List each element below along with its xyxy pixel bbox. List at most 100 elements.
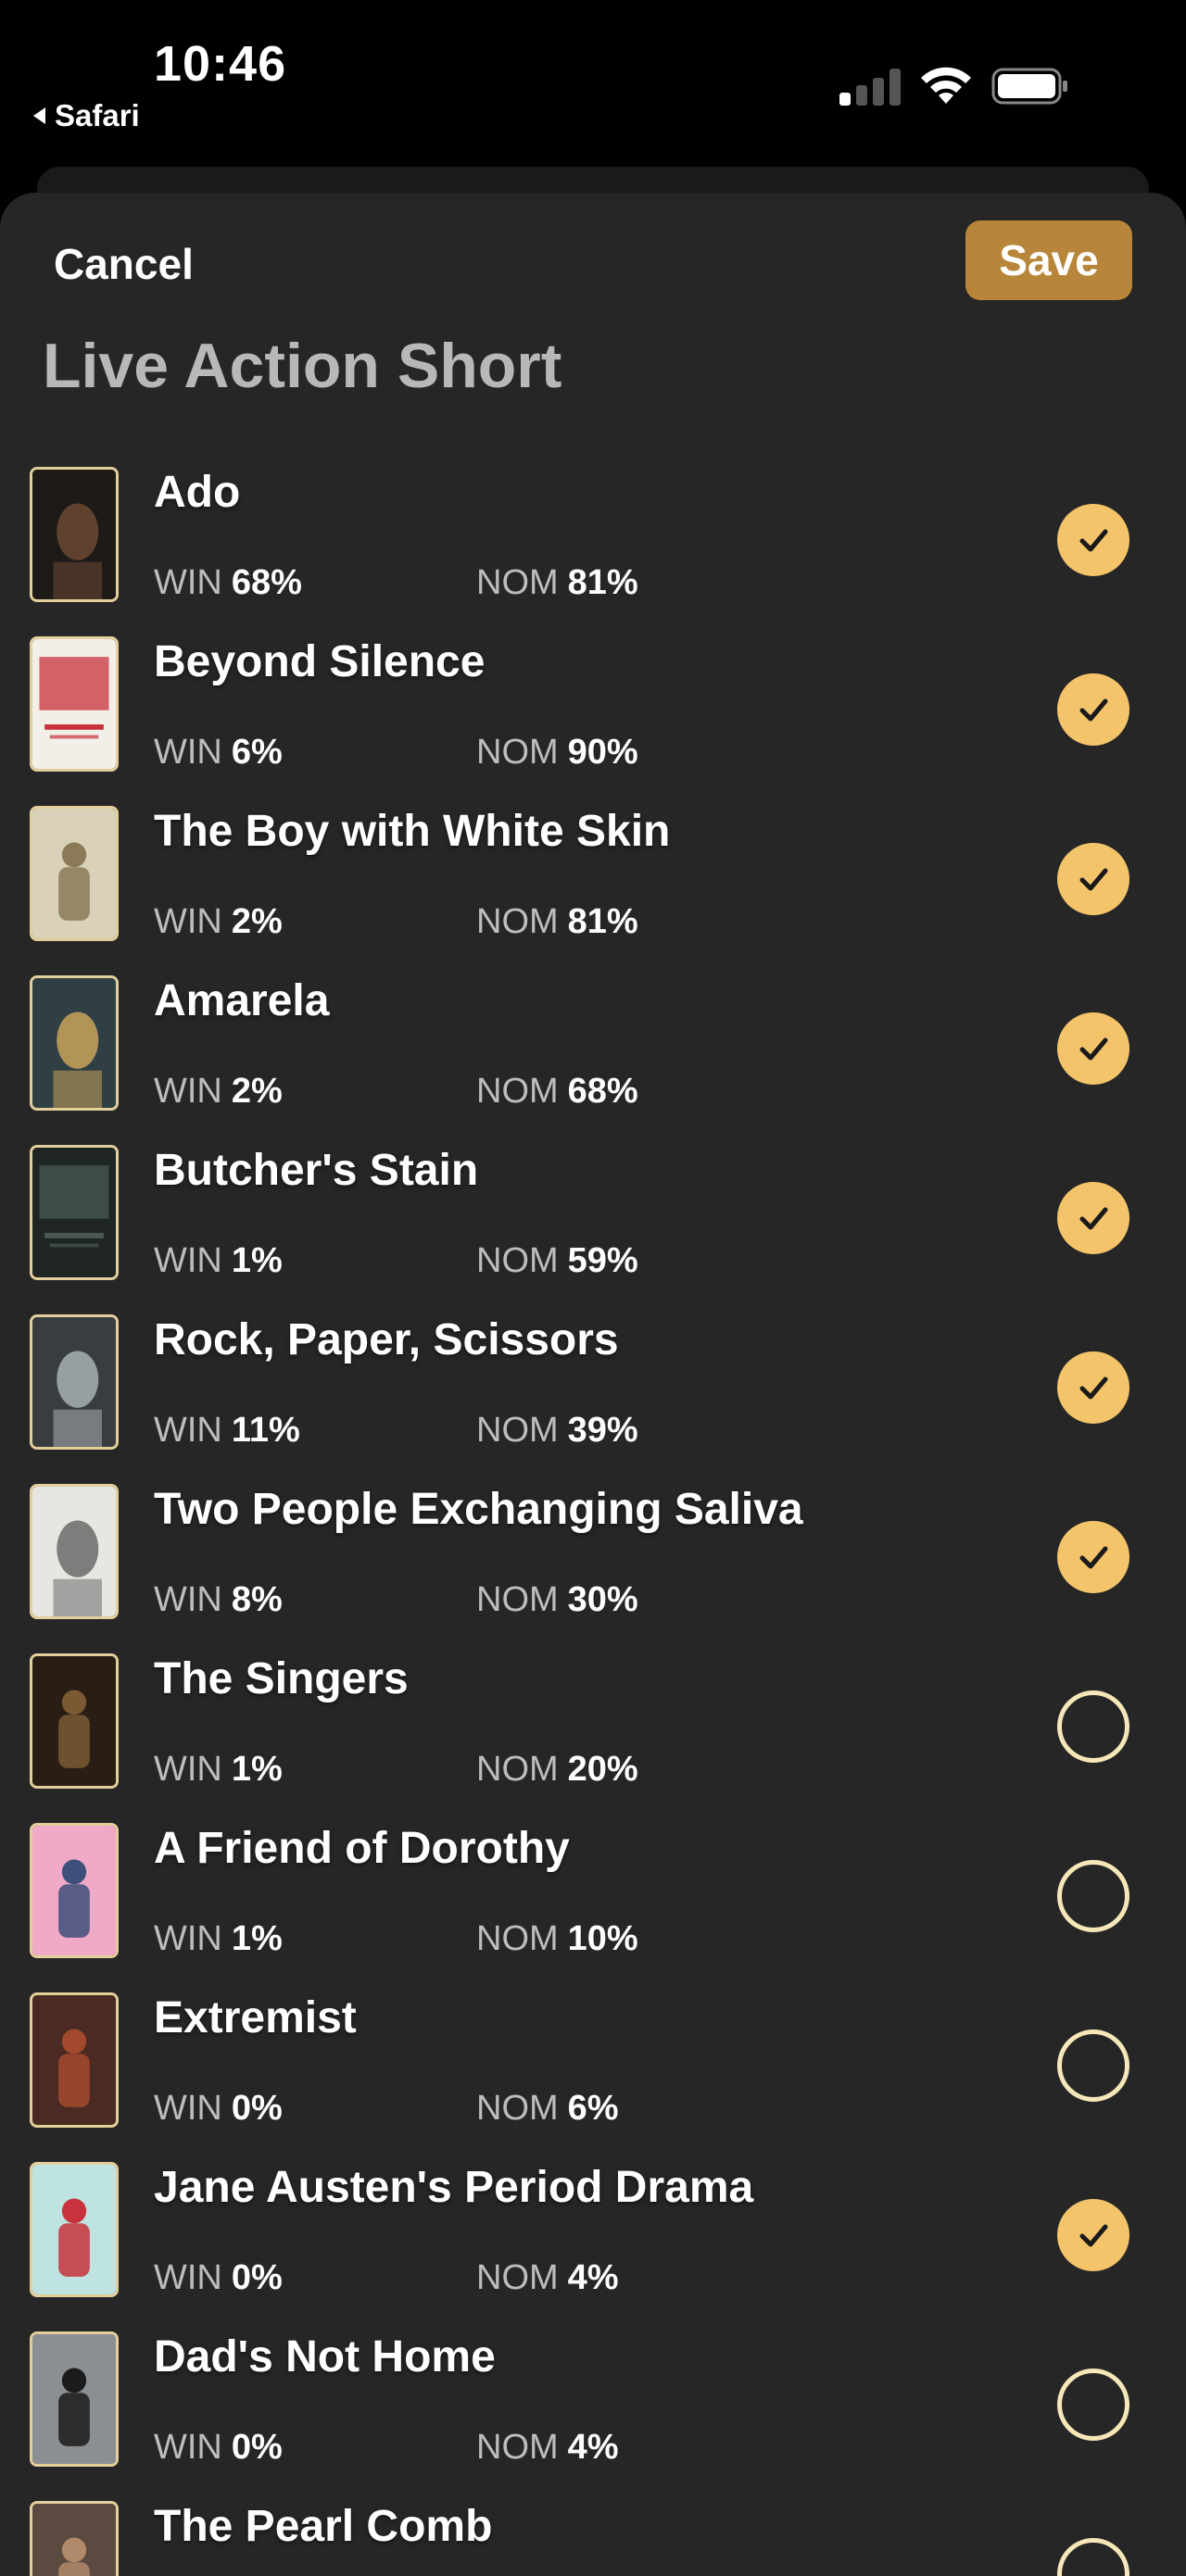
nominee-title: Jane Austen's Period Drama [154, 2163, 754, 2212]
win-stat: WIN 0% [154, 2428, 283, 2468]
win-percent: 0% [231, 2428, 283, 2467]
checked-circle-icon[interactable] [1057, 2199, 1129, 2271]
nom-stat: NOM 10% [476, 1919, 638, 1959]
poster-friend-dorothy-image [30, 1823, 119, 1958]
nom-percent: 6% [567, 2089, 619, 2128]
nom-label: NOM [476, 2089, 559, 2128]
nominee-title: The Boy with White Skin [154, 807, 671, 856]
poster-amarela-image [30, 975, 119, 1111]
win-label: WIN [154, 2089, 222, 2128]
poster-jane-austen-image [30, 2162, 119, 2297]
win-label: WIN [154, 563, 222, 602]
nominee-row[interactable]: The Boy with White Skin WIN 2% NOM 81% [0, 806, 1186, 975]
checkmark-icon [1079, 1037, 1108, 1061]
nom-label: NOM [476, 563, 559, 602]
win-percent: 2% [231, 902, 283, 941]
nom-label: NOM [476, 2258, 559, 2297]
poster-rock-paper-scissors-image [30, 1314, 119, 1450]
back-app-label: Safari [55, 98, 140, 132]
nominee-row[interactable]: A Friend of Dorothy WIN 1% NOM 10% [0, 1823, 1186, 1992]
nominee-title: The Pearl Comb [154, 2502, 493, 2551]
unchecked-circle-icon[interactable] [1057, 2538, 1129, 2576]
win-stat: WIN 8% [154, 1580, 283, 1620]
nom-percent: 59% [567, 1241, 638, 1280]
nominee-row[interactable]: Two People Exchanging Saliva WIN 8% NOM 30% [0, 1484, 1186, 1653]
nominee-row[interactable]: The Pearl Comb [0, 2501, 1186, 2576]
unchecked-circle-icon[interactable] [1057, 2029, 1129, 2102]
win-percent: 8% [231, 1580, 283, 1619]
win-percent: 2% [231, 1072, 283, 1111]
picks-sheet: Cancel Save Live Action Short Ado WIN 68% N… [0, 193, 1186, 2576]
nom-label: NOM [476, 1411, 559, 1450]
win-stat: WIN 1% [154, 1750, 283, 1790]
nominee-row[interactable]: Ado WIN 68% NOM 81% [0, 467, 1186, 636]
checked-circle-icon[interactable] [1057, 1012, 1129, 1085]
nominee-row[interactable]: Amarela WIN 2% NOM 68% [0, 975, 1186, 1145]
checked-circle-icon[interactable] [1057, 843, 1129, 915]
nominee-title: The Singers [154, 1654, 409, 1703]
nom-stat: NOM 30% [476, 1580, 638, 1620]
win-label: WIN [154, 902, 222, 941]
nominee-title: Rock, Paper, Scissors [154, 1315, 619, 1364]
nom-label: NOM [476, 902, 559, 941]
poster-beyond-silence-image [30, 636, 119, 772]
nom-label: NOM [476, 1072, 559, 1111]
nominee-row[interactable]: The Singers WIN 1% NOM 20% [0, 1653, 1186, 1823]
nominee-row[interactable]: Butcher's Stain WIN 1% NOM 59% [0, 1145, 1186, 1314]
checked-circle-icon[interactable] [1057, 673, 1129, 746]
nom-stat: NOM 4% [476, 2258, 619, 2298]
win-percent: 1% [231, 1919, 283, 1958]
win-stat: WIN 6% [154, 733, 283, 773]
battery-icon [991, 68, 1067, 105]
win-stat: WIN 2% [154, 1072, 283, 1112]
win-label: WIN [154, 1580, 222, 1619]
unchecked-circle-icon[interactable] [1057, 1690, 1129, 1763]
poster-singers-image [30, 1653, 119, 1789]
checkmark-icon [1079, 868, 1108, 891]
nominee-title: Ado [154, 468, 241, 517]
nominee-row[interactable]: Dad's Not Home WIN 0% NOM 4% [0, 2331, 1186, 2501]
cancel-button[interactable]: Cancel [54, 239, 194, 289]
nominee-title: Extremist [154, 1993, 357, 2042]
nom-label: NOM [476, 1241, 559, 1280]
checked-circle-icon[interactable] [1057, 1521, 1129, 1593]
unchecked-circle-icon[interactable] [1057, 1860, 1129, 1932]
nom-percent: 20% [567, 1750, 638, 1789]
poster-dads-not-home-image [30, 2331, 119, 2467]
win-stat: WIN 1% [154, 1241, 283, 1281]
win-percent: 11% [231, 1411, 300, 1450]
nominee-row[interactable]: Beyond Silence WIN 6% NOM 90% [0, 636, 1186, 806]
nom-percent: 39% [567, 1411, 638, 1450]
nom-percent: 81% [567, 563, 638, 602]
nominee-title: A Friend of Dorothy [154, 1824, 570, 1873]
nom-stat: NOM 20% [476, 1750, 638, 1790]
nom-stat: NOM 81% [476, 563, 638, 603]
nominee-row[interactable]: Extremist WIN 0% NOM 6% [0, 1992, 1186, 2162]
nominee-list: Ado WIN 68% NOM 81% Beyond Silence WIN 6% NOM 90%… [0, 467, 1186, 2576]
checked-circle-icon[interactable] [1057, 1351, 1129, 1424]
nom-stat: NOM 4% [476, 2428, 619, 2468]
nominee-row[interactable]: Rock, Paper, Scissors WIN 11% NOM 39% [0, 1314, 1186, 1484]
status-time: 10:46 [154, 36, 287, 92]
unchecked-circle-icon[interactable] [1057, 2369, 1129, 2441]
win-stat: WIN 68% [154, 563, 302, 603]
checkmark-icon [1079, 2224, 1108, 2247]
checked-circle-icon[interactable] [1057, 504, 1129, 576]
nom-label: NOM [476, 2428, 559, 2467]
checked-circle-icon[interactable] [1057, 1182, 1129, 1254]
nom-label: NOM [476, 1580, 559, 1619]
back-to-app-link[interactable]: Safari [33, 98, 140, 133]
win-percent: 0% [231, 2258, 283, 2297]
nom-stat: NOM 81% [476, 902, 638, 942]
win-label: WIN [154, 2258, 222, 2297]
win-stat: WIN 0% [154, 2258, 283, 2298]
win-label: WIN [154, 2428, 222, 2467]
win-stat: WIN 11% [154, 1411, 300, 1451]
checkmark-icon [1079, 1207, 1108, 1230]
save-button[interactable]: Save [965, 220, 1132, 300]
win-label: WIN [154, 1072, 222, 1111]
nominee-row[interactable]: Jane Austen's Period Drama WIN 0% NOM 4% [0, 2162, 1186, 2331]
nominee-title: Two People Exchanging Saliva [154, 1485, 803, 1534]
nom-percent: 30% [567, 1580, 638, 1619]
nom-percent: 90% [567, 733, 638, 772]
